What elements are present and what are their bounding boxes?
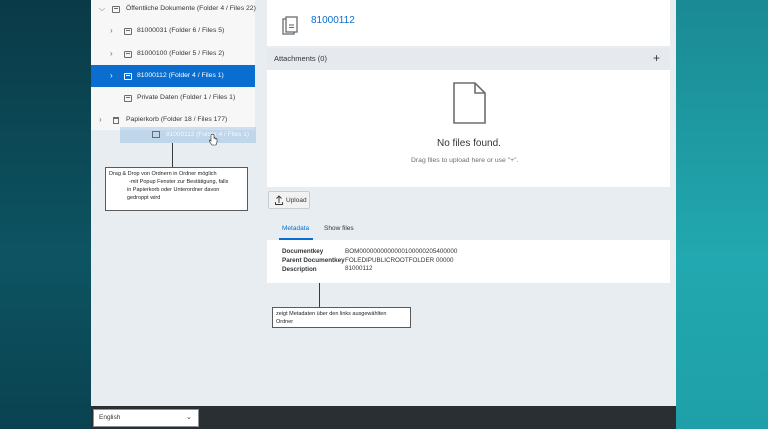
tree-item-oeffentliche-dokumente[interactable]: ⌵ Öffentliche Dokumente (Folder 4 / File…	[91, 0, 256, 22]
note-metadata: zeigt Metadaten über den links ausgewähl…	[272, 307, 411, 328]
add-attachment-button[interactable]: +	[653, 52, 660, 64]
note-text: -mit Popup Fenster zur Bestätigung, fall…	[129, 179, 229, 185]
tab-metadata[interactable]: Metadata	[282, 225, 309, 232]
file-icon	[453, 82, 486, 124]
backdrop-right	[676, 0, 768, 429]
drag-ghost: 81000112 (Folder 4 / Files 1)	[120, 127, 256, 143]
chevron-right-icon[interactable]: ›	[110, 26, 113, 35]
folder-icon	[124, 51, 132, 58]
hand-cursor-icon	[209, 134, 218, 146]
note-connector	[172, 143, 173, 167]
upload-icon	[275, 195, 283, 205]
backdrop-left	[0, 0, 91, 429]
tree-item-label: Öffentliche Dokumente (Folder 4 / Files …	[126, 5, 256, 12]
metadata-value: 81000112	[345, 265, 373, 272]
metadata-value: FOLEDIPUBLICROOTFOLDER 00000	[345, 257, 454, 264]
note-connector	[319, 283, 320, 307]
attachments-title: Attachments (0)	[274, 54, 327, 63]
tree-item-label: 81000112 (Folder 4 / Files 1)	[137, 72, 224, 79]
metadata-key: Parent Documentkey	[282, 257, 345, 264]
tree-item-81000112[interactable]: › 81000112 (Folder 4 / Files 1)	[91, 65, 255, 87]
note-drag-drop: Drag & Drop von Ordnern in Ordner möglic…	[105, 167, 248, 211]
tree-item-81000100[interactable]: › 81000100 (Folder 5 / Files 2)	[91, 43, 255, 65]
chevron-right-icon[interactable]: ›	[110, 49, 113, 58]
tree-item-81000031[interactable]: › 81000031 (Folder 6 / Files 5)	[91, 20, 255, 42]
note-text: in Papierkorb oder Unterordner davon	[127, 187, 220, 193]
tree-item-private-daten[interactable]: Private Daten (Folder 1 / Files 1)	[91, 87, 255, 109]
chevron-down-icon: ⌄	[186, 414, 192, 421]
folder-icon	[124, 28, 132, 35]
tree-item-label: 81000100 (Folder 5 / Files 2)	[137, 50, 225, 57]
tree-item-label: Papierkorb (Folder 18 / Files 177)	[126, 116, 228, 123]
tree-item-label: Private Daten (Folder 1 / Files 1)	[137, 94, 236, 101]
folder-icon	[152, 131, 160, 138]
note-text: gedroppt wird	[127, 195, 161, 201]
document-title: 81000112	[311, 15, 355, 26]
folder-icon	[124, 73, 132, 80]
metadata-key: Documentkey	[282, 248, 324, 255]
language-select-value: English	[99, 414, 121, 421]
metadata-key: Description	[282, 266, 317, 273]
folder-icon	[124, 95, 132, 102]
note-text: Drag & Drop von Ordnern in Ordner möglic…	[109, 171, 217, 177]
upload-label: Upload	[286, 197, 307, 204]
chevron-right-icon[interactable]: ›	[110, 71, 113, 80]
note-text: Ordner	[276, 319, 294, 325]
chevron-right-icon[interactable]: ›	[99, 115, 102, 124]
attachments-toolbar	[267, 48, 670, 70]
document-icon	[282, 16, 298, 35]
metadata-value: BOM0000000000000100000205400000	[345, 248, 458, 255]
note-text: zeigt Metadaten über den links ausgewähl…	[276, 311, 387, 317]
no-files-title: No files found.	[437, 138, 501, 149]
tab-show-files[interactable]: Show files	[324, 225, 354, 232]
upload-button[interactable]: Upload	[268, 191, 310, 209]
drag-files-hint: Drag files to upload here or use "+".	[411, 157, 519, 164]
folder-icon	[112, 6, 120, 13]
chevron-down-icon[interactable]: ⌵	[99, 4, 105, 14]
tree-item-label: 81000031 (Folder 6 / Files 5)	[137, 27, 225, 34]
trash-icon	[113, 117, 119, 124]
